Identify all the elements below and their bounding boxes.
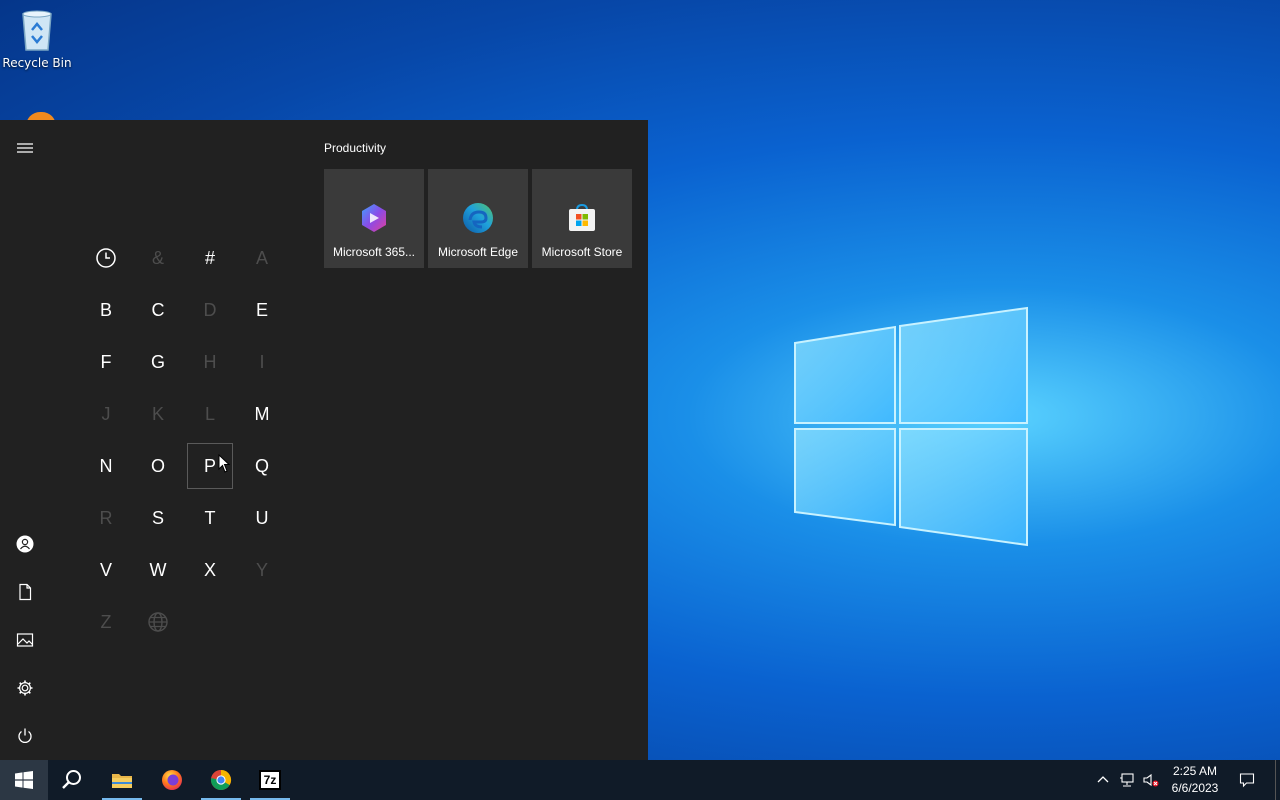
tile-label: Microsoft Edge: [437, 245, 519, 259]
firefox-icon: [162, 770, 182, 790]
jump-letter-button[interactable]: W: [132, 544, 184, 596]
chrome-icon: [211, 769, 232, 790]
store-icon: [569, 203, 595, 231]
start-icon: [15, 771, 33, 789]
start-rail: [0, 120, 50, 760]
jump-letter-button: Y: [255, 559, 268, 580]
start-button[interactable]: [0, 760, 48, 800]
clock[interactable]: 2:25 AM 6/6/2023: [1160, 763, 1230, 797]
jump-letter-button[interactable]: #: [184, 232, 236, 284]
clock-date: 6/6/2023: [1171, 781, 1219, 795]
pictures-button[interactable]: [5, 620, 45, 660]
tile-microsoft-365[interactable]: Microsoft 365...: [324, 169, 424, 268]
jump-letter-button: I: [259, 351, 265, 372]
user-account-button[interactable]: [5, 524, 45, 564]
volume-muted-icon: [1143, 773, 1159, 787]
7zip-icon: 7z: [259, 770, 281, 790]
settings-button[interactable]: [5, 668, 45, 708]
jump-letter-button[interactable]: O: [132, 440, 184, 492]
jump-letter-button: K: [151, 403, 164, 424]
power-button[interactable]: [5, 716, 45, 756]
windows-logo-wallpaper: [794, 306, 1028, 547]
search-button[interactable]: [48, 760, 96, 800]
jump-letter-button[interactable]: U: [236, 492, 288, 544]
notification-icon: [1239, 773, 1255, 788]
jump-letter-button[interactable]: F: [80, 336, 132, 388]
jump-letter-button: R: [99, 507, 113, 528]
jump-letter-button[interactable]: Q: [236, 440, 288, 492]
jump-letter-button[interactable]: S: [132, 492, 184, 544]
show-desktop-button[interactable]: [1275, 760, 1280, 800]
network-icon: [1120, 773, 1134, 787]
documents-button[interactable]: [5, 572, 45, 612]
jump-letter-button: H: [203, 351, 217, 372]
jump-letter-button[interactable]: E: [236, 284, 288, 336]
chevron-up-icon: [1097, 776, 1109, 783]
firefox-button[interactable]: [148, 760, 196, 800]
jump-letter-button[interactable]: B: [80, 284, 132, 336]
pictures-icon: [16, 633, 34, 647]
recycle-bin-label: Recycle Bin: [2, 56, 72, 70]
jump-list-grid: & # A B C D E F G H I J K L M N O P Q R S T U V W X Y Z: [80, 232, 288, 648]
file-explorer-icon: [112, 774, 132, 788]
file-explorer-button[interactable]: [98, 760, 146, 800]
jump-letter-button[interactable]: X: [184, 544, 236, 596]
jump-letter-button: A: [255, 247, 268, 268]
power-icon: [18, 728, 32, 743]
network-button[interactable]: [1117, 770, 1137, 790]
group-title: Productivity: [324, 141, 387, 155]
settings-icon: [17, 680, 33, 696]
hamburger-icon: [17, 143, 33, 153]
start-menu: & # A B C D E F G H I J K L M N O P Q R S T U V W X Y Z Productivit…: [0, 120, 648, 760]
documents-icon: [19, 583, 32, 601]
clock-time: 2:25 AM: [1172, 764, 1218, 778]
jump-globe-button: [132, 596, 184, 648]
jump-letter-button: J: [101, 403, 111, 424]
edge-icon: [463, 203, 493, 233]
globe-icon: [147, 611, 169, 633]
recycle-bin-shortcut[interactable]: Recycle Bin: [2, 6, 72, 70]
jump-clock-button[interactable]: [80, 232, 132, 284]
tile-label: Microsoft Store: [541, 245, 623, 259]
jump-letter-button: &: [151, 247, 164, 268]
jump-letter-button: D: [203, 299, 217, 320]
user-icon: [16, 535, 34, 553]
clock-icon: [95, 247, 117, 269]
jump-letter-button: Z: [100, 611, 112, 632]
taskbar: 7z 2:25 AM 6/6/2023: [0, 760, 1280, 800]
jump-letter-button[interactable]: V: [80, 544, 132, 596]
jump-letter-button: L: [204, 403, 215, 424]
tile-microsoft-store[interactable]: Microsoft Store: [532, 169, 632, 268]
expand-menu-button[interactable]: [5, 128, 45, 168]
recycle-bin-icon: [22, 10, 52, 51]
search-icon: [62, 770, 81, 789]
jump-letter-button[interactable]: T: [184, 492, 236, 544]
mouse-cursor: [218, 454, 231, 473]
jump-letter-button[interactable]: N: [80, 440, 132, 492]
microsoft-365-icon: [362, 204, 386, 232]
jump-letter-button[interactable]: M: [236, 388, 288, 440]
jump-letter-button[interactable]: C: [132, 284, 184, 336]
show-hidden-icons-button[interactable]: [1093, 770, 1113, 790]
7zip-button[interactable]: 7z: [246, 760, 294, 800]
tile-label: Microsoft 365...: [332, 245, 416, 259]
jump-letter-button[interactable]: G: [132, 336, 184, 388]
tile-microsoft-edge[interactable]: Microsoft Edge: [428, 169, 528, 268]
action-center-button[interactable]: [1237, 770, 1257, 790]
volume-button[interactable]: [1141, 770, 1161, 790]
chrome-button[interactable]: [197, 760, 245, 800]
